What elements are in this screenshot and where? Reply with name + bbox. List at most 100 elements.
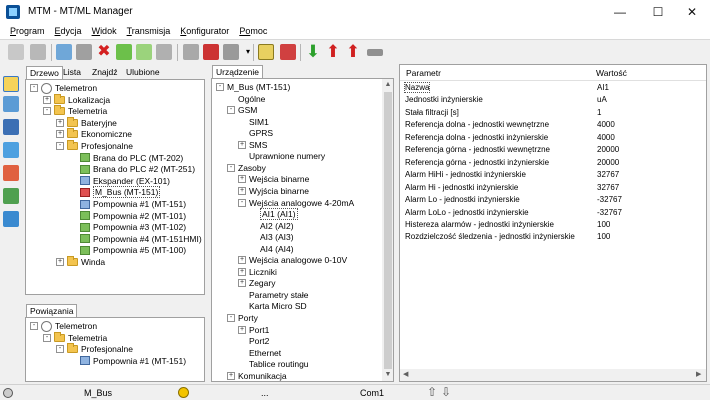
device-tree-node[interactable]: - Wejścia analogowe 4-20mA [238,197,354,209]
param-value-cell[interactable]: 20000 [597,158,619,167]
scroll-thumb[interactable] [384,92,392,369]
upload-arrow-icon[interactable]: ⬆ [325,43,341,60]
param-value-cell[interactable]: 1 [597,108,601,117]
lock-icon[interactable] [258,44,274,60]
device-tree-node[interactable]: + Wejścia binarne [238,173,309,185]
menu-item-3[interactable]: Transmisja [127,26,171,36]
param-value-cell[interactable]: 4000 [597,133,615,142]
table-row[interactable]: Alarm HiHi - jednostki inżynierskie 32767 [401,169,705,181]
left-tree-node[interactable]: - Profesjonalne [56,140,133,152]
menu-item-1[interactable]: Edycja [55,26,82,36]
device-tree-node[interactable]: Ethernet [238,347,281,359]
close-button[interactable]: ✕ [674,0,710,23]
relations-tree-node[interactable]: - Telemetria [43,331,107,344]
device-tree-node[interactable]: AI2 (AI2) [249,220,294,232]
expand-icon[interactable]: + [238,175,246,184]
menu-item-5[interactable]: Pomoc [239,26,267,36]
left-tree-node[interactable]: Pompownia #3 (MT-102) [69,221,186,233]
device-tree-node[interactable]: - Zasoby [227,162,266,174]
collapse-icon[interactable]: - [56,142,64,150]
expand-icon[interactable]: + [56,130,64,139]
modules-icon[interactable] [3,165,19,181]
device-tree-node[interactable]: + Zegary [238,277,275,289]
left-tree-node[interactable]: Brana do PLC #2 (MT-251) [69,163,195,175]
disconnect-icon[interactable] [183,44,199,60]
device-tree-node[interactable]: SIM1 [238,116,269,128]
menu-item-0[interactable]: Program [10,26,45,36]
add-device-icon[interactable] [56,44,72,60]
device-tree-node[interactable]: GPRS [238,127,273,139]
tab-powiazania[interactable]: Powiązania [26,304,78,317]
left-tree-node[interactable]: Pompownia #5 (MT-100) [69,244,186,256]
table-row[interactable]: Referencja dolna - jednostki wewnętrzne 4… [401,119,705,131]
relations-tree-panel[interactable]: - Telemetron - Telemetria - Profesjonalne Pomp… [25,317,205,382]
table-row[interactable]: Stała filtracji [s] 1 [401,107,705,119]
left-tree-node[interactable]: + Lokalizacja [43,93,110,106]
param-value-cell[interactable]: 32767 [597,183,619,192]
device-tree-node[interactable]: - GSM [227,104,257,116]
table-row[interactable]: Referencja górna - jednostki inżynierski… [401,157,705,169]
device-tree-node[interactable]: AI3 (AI3) [249,231,294,243]
collapse-icon[interactable]: - [43,107,51,116]
remote-icon[interactable] [280,44,296,60]
connect-icon[interactable] [203,44,219,60]
column-wartosc[interactable]: Wartość [596,68,627,78]
users-icon[interactable] [3,142,19,158]
column-parametr[interactable]: Parametr [406,68,441,78]
table-row[interactable]: Nazwa AI1 [401,82,705,95]
menu-item-4[interactable]: Konfigurator [180,26,229,36]
left-tree-node[interactable]: + Bateryjne [56,116,117,129]
move-icon[interactable] [76,44,92,60]
left-tree-node[interactable]: Ekspander (EX-101) [69,175,170,187]
left-tree-node[interactable]: + Ekonomiczne [56,128,132,140]
left-tree-node[interactable]: Pompownia #2 (MT-101) [69,210,186,222]
device-tree-node[interactable]: + Wyjścia binarne [238,185,309,197]
download-arrow-icon[interactable]: ⬇ [305,43,321,60]
device-tree-node[interactable]: Tablice routingu [238,358,309,370]
tab-drzewo[interactable]: Drzewo [26,66,63,79]
table-row[interactable]: Referencja górna - jednostki wewnętrzne 2… [401,144,705,156]
expand-icon[interactable]: + [227,371,235,380]
table-row[interactable]: Alarm Lo - jednostki inżynierskie -32767 [401,194,705,206]
vertical-scrollbar[interactable]: ▲ ▼ [382,79,393,381]
param-value-cell[interactable]: 100 [597,220,610,229]
table-row[interactable]: Referencja dolna - jednostki inżynierski… [401,132,705,144]
device-tree-node[interactable]: - Porty [227,312,258,324]
copy-icon[interactable] [136,44,152,60]
collapse-icon[interactable]: - [227,106,235,115]
collapse-icon[interactable]: - [227,163,235,172]
tab-znajdz[interactable]: Znajdź [89,66,121,79]
network-icon[interactable] [3,96,19,112]
device-tree-node[interactable]: + SMS [238,139,267,151]
table-row[interactable]: Histereza alarmów - jednostki inżyniersk… [401,219,705,231]
relations-tree-node[interactable]: Pompownia #1 (MT-151) [69,355,186,367]
expand-icon[interactable]: + [238,186,246,195]
new-file-icon[interactable] [8,44,24,60]
globe-icon[interactable] [3,211,19,227]
device-tree-node[interactable]: Karta Micro SD [238,300,307,312]
expand-icon[interactable]: + [56,118,64,127]
shield-icon[interactable] [3,119,19,135]
device-tree-node[interactable]: + Komunikacja [227,370,287,381]
expand-icon[interactable]: + [238,267,246,276]
relations-tree-node[interactable]: - Telemetron [30,320,97,332]
left-tree-node[interactable]: + Winda [56,256,105,268]
tab-urzadzenie[interactable]: Urządzenie [212,65,263,78]
left-tree-node[interactable]: - Telemetria [43,105,107,117]
collapse-icon[interactable]: - [30,322,38,330]
table-row[interactable]: Rozdzielczość śledzenia - jednostki inży… [401,231,705,243]
relations-tree-node[interactable]: - Profesjonalne [56,343,133,355]
table-row[interactable]: Alarm Hi - jednostki inżynierskie 32767 [401,182,705,194]
scroll-right-arrow[interactable]: ▶ [696,370,701,378]
left-tree-node[interactable]: - Telemetron [30,82,97,94]
expand-icon[interactable]: + [238,140,246,149]
delete-icon[interactable]: ✖ [96,44,112,60]
table-row[interactable]: Jednostki inżynierskie uA [401,94,705,106]
device-tree-node[interactable]: Port2 [238,335,269,347]
param-value-cell[interactable]: 20000 [597,145,619,154]
collapse-icon[interactable]: - [56,345,64,354]
device-config-tree[interactable]: ▲ ▼ - M_Bus (MT-151) Ogólne - GSM SIM1 GPRS + SM… [211,78,394,382]
device-tree-node[interactable]: AI1 (AI1) [249,208,298,221]
device-tree-node[interactable]: AI4 (AI4) [249,243,294,255]
tab-lista[interactable]: Lista [60,66,84,79]
